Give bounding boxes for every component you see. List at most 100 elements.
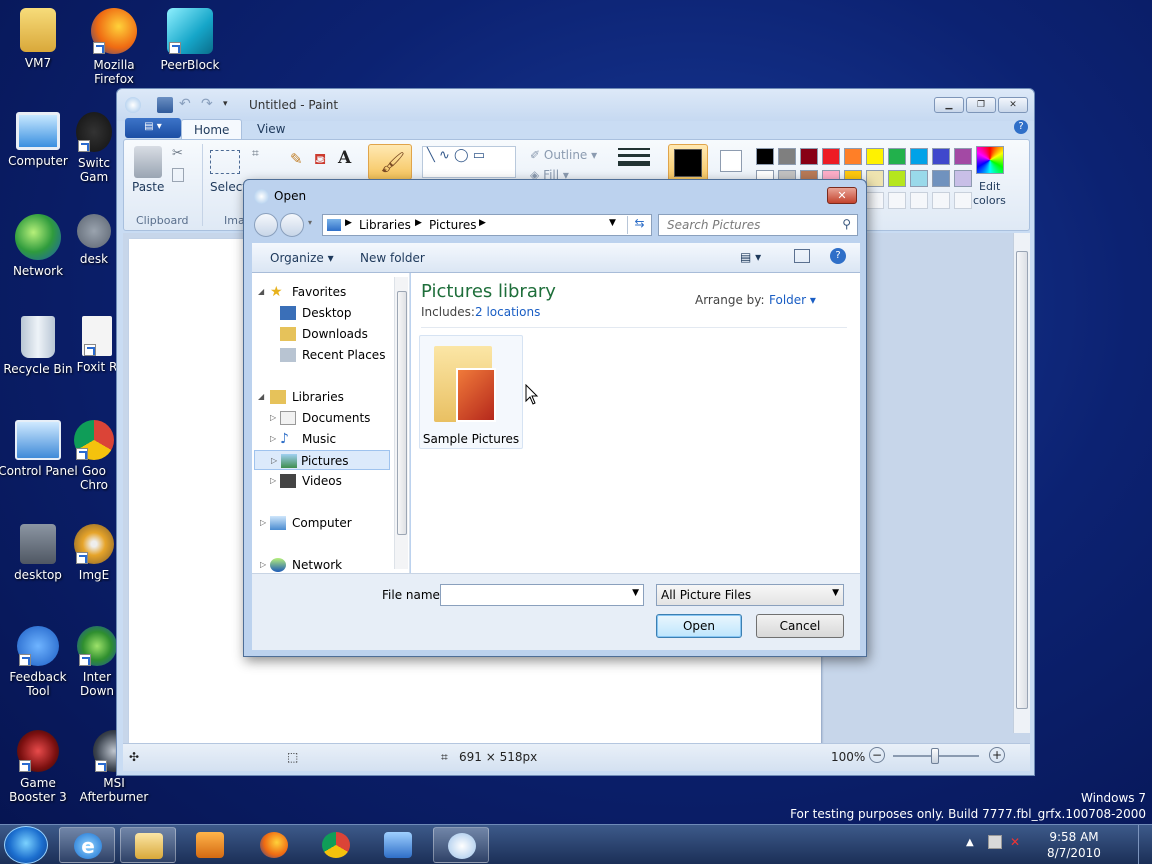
color-swatch[interactable] [800,148,818,165]
empty-color-swatch[interactable] [888,192,906,209]
nav-favorites[interactable]: ◢ ★ Favorites [258,282,346,302]
quick-access-dropdown-icon[interactable]: ▾ [223,97,239,113]
volume-muted-icon[interactable]: ✕ [1010,835,1020,849]
nav-documents[interactable]: ▷ Documents [270,408,370,428]
color-swatch[interactable] [954,148,972,165]
show-hidden-icons-icon[interactable]: ▲ [966,837,974,848]
color-swatch[interactable] [910,170,928,187]
taskbar-chrome[interactable] [308,827,364,863]
color-swatch[interactable] [866,148,884,165]
minimize-button[interactable]: ▁ [934,97,964,113]
save-icon[interactable] [157,97,173,113]
new-folder-button[interactable]: New folder [360,251,425,265]
taskbar-feedback[interactable] [370,827,426,863]
paint-app-icon[interactable] [125,97,141,113]
select-icon[interactable] [210,150,240,174]
refresh-icon[interactable]: ⇆ [627,216,651,234]
edit-colors-label-2[interactable]: colors [973,194,1006,207]
text-tool-icon[interactable]: A [338,148,351,168]
taskbar-internet-explorer[interactable]: e [59,827,115,863]
navigation-pane-scrollbar[interactable] [394,277,408,569]
color-swatch[interactable] [756,148,774,165]
color-swatch[interactable] [954,170,972,187]
fill-bucket-icon[interactable]: ⛾ [314,150,326,170]
nav-music[interactable]: ▷ ♪ Music [270,429,336,449]
desktop-icon-recycle-bin[interactable]: Recycle Bin [0,316,78,376]
desktop-icon-computer[interactable]: Computer [0,112,78,168]
color-swatch[interactable] [778,148,796,165]
desktop-icon-game-booster[interactable]: Game Booster 3 [0,730,78,804]
dialog-close-button[interactable]: ✕ [827,187,857,204]
undo-icon[interactable]: ↶ [179,97,195,113]
desktop-icon-vm7[interactable]: VM7 [0,8,78,70]
nav-computer[interactable]: ▷ Computer [260,513,352,533]
color-swatch[interactable] [910,148,928,165]
address-dropdown-icon[interactable]: ▼ [609,218,616,228]
start-button[interactable] [4,826,48,864]
color-swatch[interactable] [888,148,906,165]
filename-dropdown-icon[interactable]: ▼ [632,588,639,598]
nav-downloads[interactable]: Downloads [280,324,368,344]
color-swatch[interactable] [866,170,884,187]
breadcrumb-libraries[interactable]: Libraries [359,218,411,232]
scrollbar-thumb[interactable] [1016,251,1028,709]
folder-item-sample-pictures[interactable]: Sample Pictures [419,335,523,449]
scrollbar-thumb[interactable] [397,291,407,535]
outline-dropdown[interactable]: ✐ Outline ▾ [530,148,597,162]
desktop-icon-chrome[interactable]: Goo Chro [74,420,114,492]
size-button[interactable] [618,148,650,176]
nav-videos[interactable]: ▷ Videos [270,471,342,491]
help-icon[interactable]: ? [830,248,846,264]
nav-libraries[interactable]: ◢ Libraries [258,387,344,407]
show-desktop-button[interactable] [1138,825,1152,864]
color2-swatch[interactable] [720,150,742,172]
desktop-icon-control-panel[interactable]: Control Panel [0,420,78,478]
shapes-gallery[interactable]: ╲ ∿ ◯ ▭ [422,146,516,178]
organize-button[interactable]: Organize ▾ [270,251,334,265]
zoom-out-button[interactable]: − [869,747,885,763]
desktop-icon-switch-game[interactable]: Switc Gam [74,112,114,184]
paste-icon[interactable] [134,146,162,178]
clock-date[interactable]: 8/7/2010 [1038,846,1110,860]
desktop-icon-firefox[interactable]: Mozilla Firefox [74,8,154,86]
cut-icon[interactable]: ✂ [172,146,183,161]
color-swatch[interactable] [844,148,862,165]
desktop-icon-peerblock[interactable]: PeerBlock [150,8,230,72]
nav-network[interactable]: ▷ Network [260,555,342,575]
empty-color-swatch[interactable] [910,192,928,209]
change-view-icon[interactable]: ▤ ▾ [740,250,761,264]
taskbar-paint[interactable] [433,827,489,863]
edit-colors-icon[interactable] [976,146,1004,174]
color1-button[interactable] [668,144,708,184]
desktop-icon-foxit[interactable]: Foxit R [74,316,120,374]
desktop-icon-internet-download[interactable]: Inter Down [74,626,120,698]
color-swatch[interactable] [932,170,950,187]
canvas-vertical-scrollbar[interactable] [1013,233,1030,733]
close-button[interactable]: ✕ [998,97,1028,113]
empty-color-swatch[interactable] [954,192,972,209]
desktop-icon-imgburn[interactable]: ImgE [74,524,114,582]
edit-colors-label-1[interactable]: Edit [979,180,1000,193]
forward-button[interactable] [280,213,304,237]
help-icon[interactable]: ? [1014,120,1028,134]
network-status-icon[interactable] [988,835,1002,849]
color-swatch[interactable] [888,170,906,187]
breadcrumb-pictures[interactable]: Pictures [429,218,477,232]
paint-menu-button[interactable]: ▤ ▾ [125,118,181,138]
crop-icon[interactable]: ⌗ [252,146,259,161]
pencil-icon[interactable]: ✎ [290,150,303,168]
color-swatch[interactable] [932,148,950,165]
recent-pages-dropdown-icon[interactable]: ▾ [308,218,312,227]
includes-locations-link[interactable]: 2 locations [475,305,540,319]
empty-color-swatch[interactable] [866,192,884,209]
desktop-icon-desk[interactable]: desk [74,214,114,266]
cancel-button[interactable]: Cancel [756,614,844,638]
search-icon[interactable]: ⚲ [842,217,851,231]
clock-time[interactable]: 9:58 AM [1038,830,1110,844]
desktop-icon-desktop[interactable]: desktop [0,524,78,582]
brushes-button[interactable]: 🖌 [368,144,412,180]
search-input[interactable]: Search Pictures [667,218,760,232]
maximize-button[interactable]: ❐ [966,97,996,113]
nav-pictures[interactable]: ▷ Pictures [254,450,390,470]
desktop-icon-network[interactable]: Network [0,214,78,278]
